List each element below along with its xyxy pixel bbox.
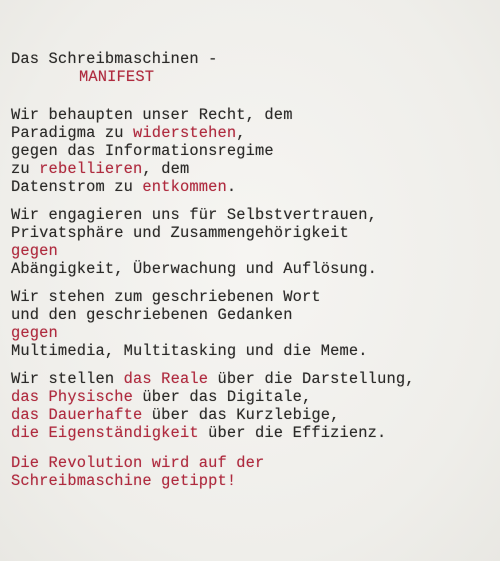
text-line: Privatsphäre und Zusammengehörigkeit <box>11 224 495 242</box>
body-text: über die Darstellung, <box>208 370 415 388</box>
body-text: über das Kurzlebige, <box>142 406 340 424</box>
text-line: Wir stellen das Reale über die Darstellu… <box>11 370 495 388</box>
paragraph: Wir stellen das Reale über die Darstellu… <box>11 370 495 442</box>
paragraph: Die Revolution wird auf der Schreibmaschi… <box>11 454 495 490</box>
body-text: . <box>226 178 237 196</box>
red-emphasis-text: Schreibmaschine getippt! <box>11 472 237 490</box>
text-line: Die Revolution wird auf der <box>11 454 495 472</box>
body-text: Wir stellen <box>11 370 124 388</box>
red-emphasis-text: Die Revolution wird auf der <box>11 454 265 472</box>
red-emphasis-text: gegen <box>11 242 58 260</box>
red-emphasis-text: entkommen <box>142 178 227 196</box>
red-emphasis-text: das Physische <box>11 388 134 406</box>
red-emphasis-text: widerstehen <box>133 124 237 142</box>
text-line: gegen <box>11 324 495 342</box>
title-line: Das Schreibmaschinen - <box>11 50 218 68</box>
body-text: Datenstrom zu <box>11 178 143 196</box>
body-text: über das Digitale, <box>133 388 312 406</box>
manifesto-document: Das Schreibmaschinen - MANIFEST Wir beha… <box>11 50 495 490</box>
red-emphasis-text: das Dauerhafte <box>11 406 143 424</box>
text-line: Wir stehen zum geschriebenen Wort <box>11 288 495 306</box>
text-line: zu rebellieren, dem <box>11 160 495 178</box>
body-text: und den geschriebenen Gedanken <box>11 306 293 324</box>
text-line: Paradigma zu widerstehen, <box>11 124 495 142</box>
text-line: Datenstrom zu entkommen. <box>11 178 495 196</box>
text-line: und den geschriebenen Gedanken <box>11 306 495 324</box>
text-line: Schreibmaschine getippt! <box>11 472 495 490</box>
typewritten-page: Das Schreibmaschinen - MANIFEST Wir beha… <box>0 0 500 561</box>
body-text: Paradigma zu <box>11 124 134 142</box>
red-emphasis-text: gegen <box>11 324 58 342</box>
body-text: Abängigkeit, Überwachung und Auflösung. <box>11 260 378 278</box>
text-line: Wir behaupten unser Recht, dem <box>11 106 495 124</box>
body-text: , dem <box>142 160 190 178</box>
red-emphasis-text: die Eigenständigkeit <box>11 424 199 442</box>
text-line: Wir engagieren uns für Selbstvertrauen, <box>11 206 495 224</box>
body-text: , <box>236 124 246 142</box>
text-line: gegen <box>11 242 495 260</box>
text-line: das Dauerhafte über das Kurzlebige, <box>11 406 495 424</box>
body-text: Wir stehen zum geschriebenen Wort <box>11 288 321 306</box>
body-text: Wir engagieren uns für Selbstvertrauen, <box>11 206 378 224</box>
red-emphasis-text: das Reale <box>123 370 209 388</box>
text-line: Multimedia, Multitasking und die Meme. <box>11 342 495 360</box>
body-text: Multimedia, Multitasking und die Meme. <box>11 342 368 360</box>
body-text: Privatsphäre und Zusammengehörigkeit <box>11 224 349 242</box>
paragraph: Wir engagieren uns für Selbstvertrauen, P… <box>11 206 495 278</box>
text-line: die Eigenständigkeit über die Effizienz. <box>11 424 495 442</box>
body-text: über die Effizienz. <box>198 424 387 442</box>
manifest-heading: MANIFEST <box>79 68 155 86</box>
manifesto-body: Wir behaupten unser Recht, dem Paradigma … <box>11 106 495 490</box>
paragraph: Wir stehen zum geschriebenen Wort und den… <box>11 288 495 360</box>
body-text: Wir behaupten unser Recht, dem <box>11 106 293 124</box>
red-emphasis-text: rebellieren <box>39 160 143 178</box>
body-text: zu <box>11 160 40 178</box>
text-line: gegen das Informationsregime <box>11 142 495 160</box>
body-text: gegen das Informationsregime <box>11 142 274 160</box>
text-line: Abängigkeit, Überwachung und Auflösung. <box>11 260 495 278</box>
text-line: das Physische über das Digitale, <box>11 388 495 406</box>
paragraph: Wir behaupten unser Recht, dem Paradigma … <box>11 106 495 196</box>
